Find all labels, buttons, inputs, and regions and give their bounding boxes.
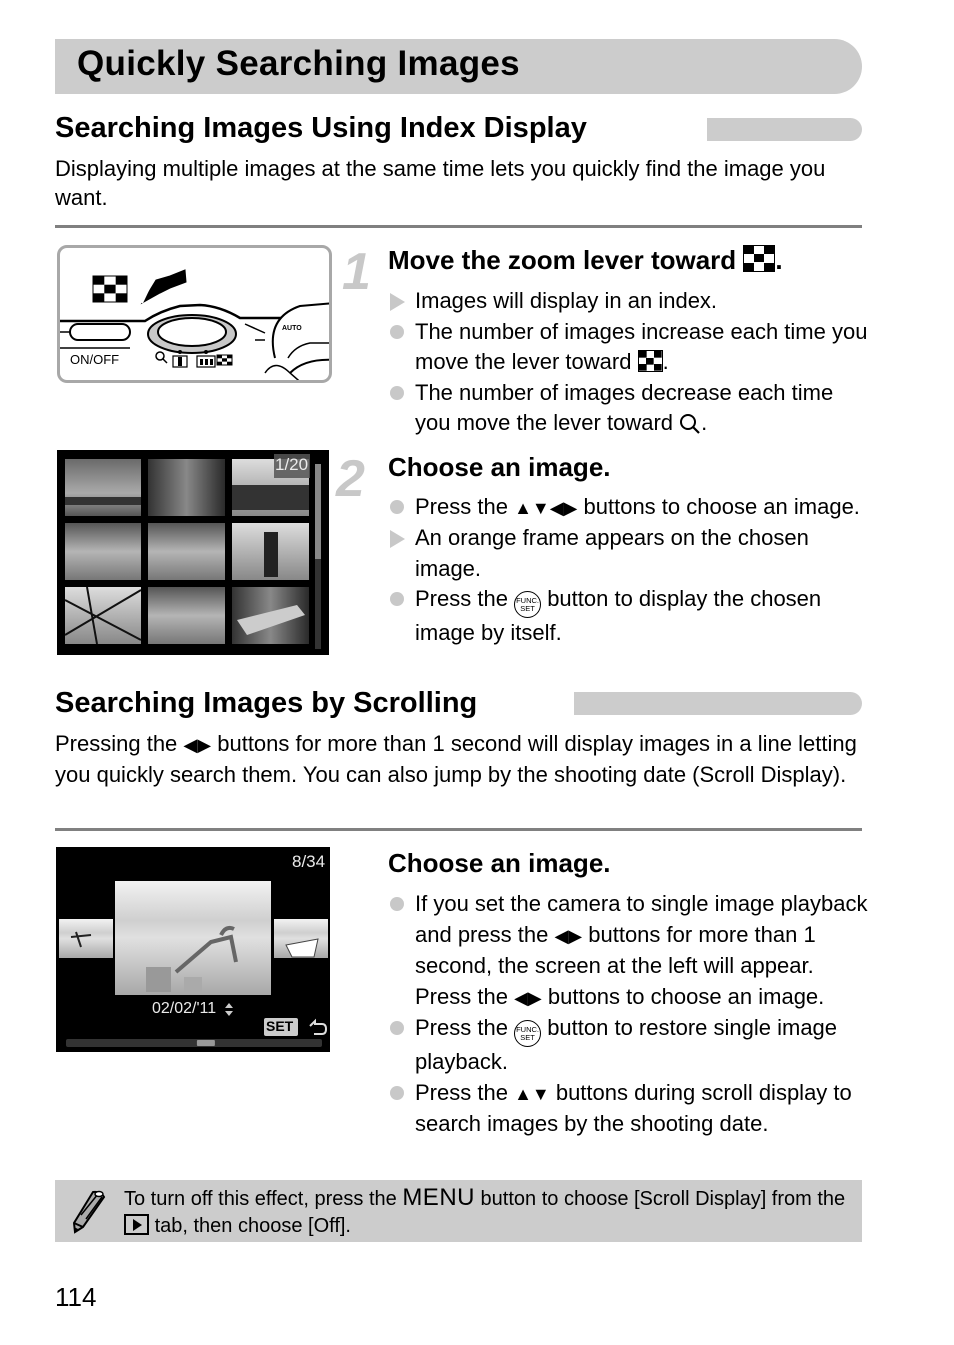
list-item-text: Press the bbox=[415, 586, 508, 612]
scroll-progress-track bbox=[66, 1039, 322, 1047]
note-text-part: tab, then choose [Off]. bbox=[154, 1215, 351, 1237]
heading-period: . bbox=[775, 245, 783, 275]
scroll-step-heading: Choose an image. bbox=[388, 848, 611, 878]
image-counter: 8/34 bbox=[292, 852, 326, 871]
scroll-progress-thumb bbox=[196, 1040, 215, 1046]
list-item-text: An orange frame appears on the chosen im… bbox=[415, 525, 809, 581]
list-item: Press the FUNC. SET button to display the… bbox=[388, 584, 868, 649]
scroll-display-screen: 8/34 02/02/'11 SET bbox=[56, 847, 330, 1052]
thumbnail bbox=[148, 587, 225, 644]
step-1-heading: Move the zoom lever toward . bbox=[388, 245, 783, 276]
playback-tab-icon bbox=[124, 1214, 149, 1235]
index-scrollbar-thumb bbox=[315, 464, 321, 559]
list-item: The number of images increase each time … bbox=[388, 317, 868, 378]
note-text-part: button to choose [Scroll Display] from t… bbox=[480, 1188, 846, 1210]
arrow-buttons-icon: ▲▼◀▶ bbox=[514, 497, 578, 518]
power-button bbox=[69, 323, 131, 341]
index-display-screen: 1/20 bbox=[57, 450, 329, 655]
image-counter: 1/20 bbox=[275, 455, 309, 474]
svg-text:AUTO: AUTO bbox=[282, 325, 302, 332]
thumbnail bbox=[148, 459, 225, 516]
list-item: Press the FUNC. SET button to restore sin… bbox=[388, 1013, 868, 1078]
shooting-date: 02/02/'11 bbox=[152, 1000, 217, 1017]
list-item-text: The number of images decrease each time … bbox=[415, 379, 834, 436]
section-heading-bar bbox=[707, 118, 862, 141]
left-right-arrows-icon: ◀▶ bbox=[554, 925, 583, 946]
note-bullet-icon bbox=[390, 324, 404, 339]
section-heading-scroll: Searching Images by Scrolling bbox=[55, 687, 478, 719]
power-label: ON/OFF bbox=[70, 352, 119, 367]
result-bullet-icon bbox=[390, 293, 405, 311]
magnify-icon bbox=[680, 414, 700, 434]
list-item: The number of images decrease each time … bbox=[388, 378, 868, 439]
func-set-button-icon: FUNC. SET bbox=[514, 591, 542, 619]
note-box: To turn off this effect, press the MENU … bbox=[55, 1180, 862, 1242]
step-2-heading: Choose an image. bbox=[388, 452, 611, 482]
return-icon bbox=[309, 1018, 328, 1035]
index-icon bbox=[637, 350, 663, 372]
section-heading-index: Searching Images Using Index Display bbox=[55, 112, 587, 144]
list-item-text-end: . bbox=[701, 410, 708, 435]
func-set-button-icon: FUNC. SET bbox=[514, 1020, 542, 1047]
note-bullet-icon bbox=[390, 385, 404, 400]
index-icon bbox=[92, 275, 128, 303]
divider bbox=[55, 828, 862, 831]
note-text-part: To turn off this effect, press the bbox=[124, 1188, 397, 1210]
intro-text: Pressing the bbox=[55, 731, 178, 756]
thumbnail bbox=[148, 523, 225, 580]
list-item-text: Press the bbox=[415, 494, 508, 519]
left-right-arrows-icon: ◀▶ bbox=[183, 735, 212, 755]
list-item: If you set the camera to single image pl… bbox=[388, 889, 868, 1013]
scroll-step-list: If you set the camera to single image pl… bbox=[388, 889, 868, 1140]
menu-button-label: MENU bbox=[402, 1184, 475, 1211]
page-title-bar: Quickly Searching Images bbox=[55, 39, 862, 94]
set-label: SET bbox=[266, 1018, 294, 1034]
step-1-list: Images will display in an index. The num… bbox=[388, 286, 868, 439]
note-bullet-icon bbox=[390, 500, 404, 514]
step-1-heading-text: Move the zoom lever toward bbox=[388, 245, 737, 275]
previous-image-thumbnail bbox=[59, 919, 113, 958]
list-item-text-end: buttons to choose an image. bbox=[583, 494, 860, 519]
camera-top-drawing: AUTO ON/OFF bbox=[60, 269, 329, 380]
list-item: Press the ▲▼ buttons during scroll displ… bbox=[388, 1078, 868, 1140]
step-2-list: Press the ▲▼◀▶ buttons to choose an imag… bbox=[388, 492, 868, 649]
page-title: Quickly Searching Images bbox=[77, 44, 520, 83]
note-text: To turn off this effect, press the MENU … bbox=[124, 1184, 854, 1240]
page-number: 114 bbox=[55, 1282, 97, 1312]
note-bullet-icon bbox=[390, 897, 404, 911]
list-item-text: Images will display in an index. bbox=[415, 288, 718, 313]
set-label: SET bbox=[520, 1033, 535, 1042]
note-bullet-icon bbox=[390, 1021, 404, 1035]
list-item-text-end: . bbox=[662, 349, 669, 374]
list-item-text: Press the bbox=[415, 1015, 508, 1040]
thumbnail bbox=[65, 587, 141, 644]
section-intro-index: Displaying multiple images at the same t… bbox=[55, 156, 826, 210]
left-right-arrows-icon: ◀▶ bbox=[514, 987, 542, 1008]
section-intro-scroll: Pressing the ◀▶ buttons for more than 1 … bbox=[55, 729, 865, 789]
note-bullet-icon bbox=[390, 592, 404, 607]
list-item-text: Press the bbox=[415, 1079, 508, 1105]
up-down-arrows-icon: ▲▼ bbox=[514, 1083, 550, 1104]
section-heading-bar bbox=[574, 692, 862, 715]
list-item-text-end: buttons to choose an image. bbox=[547, 983, 825, 1009]
thumbnail bbox=[65, 523, 141, 580]
thumbnail-grid bbox=[64, 454, 321, 649]
note-bullet-icon bbox=[390, 1085, 404, 1100]
direction-arrow-icon bbox=[140, 269, 187, 305]
list-item: An orange frame appears on the chosen im… bbox=[388, 523, 868, 584]
step-number-1: 1 bbox=[342, 243, 371, 301]
divider bbox=[55, 225, 862, 228]
index-icon bbox=[743, 245, 776, 272]
result-bullet-icon bbox=[390, 530, 405, 549]
zoom-lever-illustration: AUTO ON/OFF bbox=[57, 245, 332, 383]
step-number-2: 2 bbox=[336, 450, 365, 508]
list-item: Images will display in an index. bbox=[388, 286, 868, 317]
list-item: Press the ▲▼◀▶ buttons to choose an imag… bbox=[388, 492, 868, 523]
pencil-icon bbox=[72, 1190, 106, 1234]
set-label: SET bbox=[520, 604, 535, 614]
thumbnail bbox=[65, 459, 141, 516]
